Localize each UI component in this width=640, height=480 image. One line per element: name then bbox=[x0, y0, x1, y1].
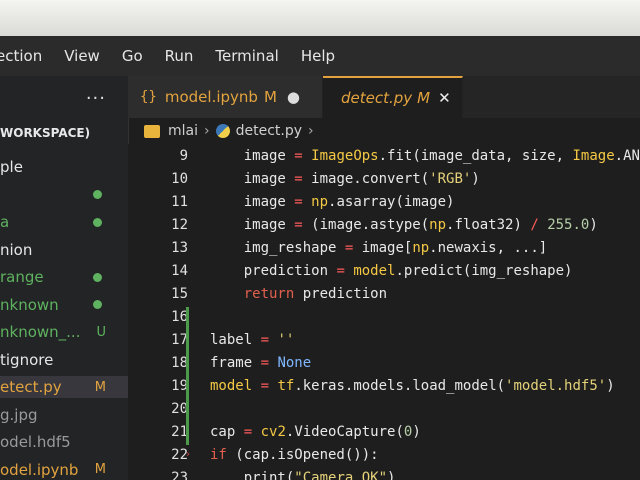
git-status-dot-icon bbox=[93, 217, 102, 227]
monitor-bezel bbox=[0, 0, 640, 36]
file-item[interactable]: odel.ipynb M bbox=[0, 459, 128, 480]
git-change-bar bbox=[186, 422, 189, 445]
file-name: odel.ipynb bbox=[0, 460, 79, 479]
git-change-bar bbox=[186, 330, 189, 353]
unsaved-dot-icon[interactable]: ● bbox=[287, 88, 300, 106]
file-name: nknown_... bbox=[0, 323, 81, 341]
git-status-dot-icon bbox=[93, 300, 102, 309]
breadcrumb: mlai › detect.py › bbox=[128, 118, 640, 144]
line-number: 12 bbox=[171, 217, 188, 233]
git-change-bar bbox=[186, 307, 189, 330]
tab-modified-marker: M bbox=[417, 89, 431, 107]
git-status-dot-icon bbox=[93, 272, 102, 282]
line-number: 14 bbox=[171, 263, 188, 279]
explorer-sidebar: ··· WORKSPACE) ple a nion range nknown nknown… bbox=[0, 76, 129, 480]
line-number: 13 bbox=[171, 240, 188, 256]
breadcrumb-folder[interactable]: mlai bbox=[168, 123, 198, 139]
chevron-right-icon: › bbox=[308, 123, 314, 139]
file-item[interactable]: ple bbox=[0, 156, 128, 178]
code-line[interactable]: prediction = model.predict(img_reshape) bbox=[210, 263, 573, 279]
code-line[interactable]: img_reshape = image[np.newaxis, ...] bbox=[210, 240, 547, 256]
file-item[interactable]: nknown_... U bbox=[0, 321, 128, 343]
git-change-bar bbox=[186, 353, 189, 376]
file-item[interactable]: g.jpg bbox=[0, 404, 128, 426]
file-name: odel.hdf5 bbox=[0, 433, 71, 451]
file-name: g.jpg bbox=[0, 405, 38, 424]
file-name: tignore bbox=[0, 350, 54, 369]
git-status-dot-icon bbox=[93, 190, 102, 199]
git-status-marker: M bbox=[94, 379, 106, 395]
more-actions-icon[interactable]: ··· bbox=[86, 88, 106, 109]
fold-chevron-icon[interactable]: › bbox=[186, 449, 190, 460]
line-number: 11 bbox=[171, 194, 188, 210]
line-number: 9 bbox=[179, 148, 188, 164]
file-item[interactable]: odel.hdf5 bbox=[0, 431, 128, 453]
workspace-label[interactable]: WORKSPACE) bbox=[0, 126, 90, 140]
code-line[interactable]: model = tf.keras.models.load_model('mode… bbox=[210, 378, 615, 394]
code-line[interactable]: image = np.asarray(image) bbox=[210, 194, 455, 210]
menu-go[interactable]: Go bbox=[122, 47, 143, 65]
python-icon bbox=[215, 124, 230, 138]
menu-help[interactable]: Help bbox=[301, 47, 335, 65]
file-name: a bbox=[0, 213, 10, 231]
editor-tabs: {} model.ipynb M ● detect.py M ✕ bbox=[128, 76, 640, 118]
file-item[interactable]: nion bbox=[0, 239, 128, 261]
git-status-marker: U bbox=[96, 324, 106, 340]
menu-selection[interactable]: ection bbox=[0, 47, 42, 65]
menu-run[interactable]: Run bbox=[165, 47, 194, 65]
tab-modified-marker: M bbox=[263, 88, 277, 106]
line-number: 17 bbox=[171, 332, 188, 348]
folder-icon bbox=[144, 124, 160, 138]
file-item[interactable]: range bbox=[0, 266, 128, 288]
code-line[interactable]: image = (image.astype(np.float32) / 255.… bbox=[210, 217, 598, 233]
tab-detect-py[interactable]: detect.py M ✕ bbox=[323, 76, 463, 118]
file-name: range bbox=[0, 268, 44, 286]
explorer-header: ··· bbox=[0, 76, 128, 120]
chevron-right-icon: › bbox=[204, 123, 210, 139]
code-line[interactable]: cap = cv2.VideoCapture(0) bbox=[210, 424, 421, 440]
git-change-bar bbox=[186, 376, 189, 399]
file-item[interactable] bbox=[0, 184, 128, 206]
code-line[interactable]: image = ImageOps.fit(image_data, size, I… bbox=[210, 148, 640, 164]
breadcrumb-file[interactable]: detect.py bbox=[236, 123, 302, 139]
line-number: 15 bbox=[171, 286, 188, 302]
tab-model-ipynb[interactable]: {} model.ipynb M ● bbox=[128, 76, 323, 118]
line-number: 16 bbox=[171, 309, 188, 325]
code-line[interactable]: label = '' bbox=[210, 332, 294, 348]
code-line[interactable]: return prediction bbox=[210, 286, 387, 302]
line-number: 19 bbox=[171, 378, 188, 394]
line-number: 22 bbox=[171, 447, 188, 463]
file-name: ple bbox=[0, 158, 23, 176]
file-item[interactable]: nknown bbox=[0, 294, 128, 316]
tab-label: model.ipynb bbox=[164, 88, 258, 106]
file-item[interactable]: a bbox=[0, 211, 128, 233]
code-line[interactable]: image = image.convert('RGB') bbox=[210, 171, 480, 187]
menu-view[interactable]: View bbox=[64, 47, 100, 65]
git-change-bar bbox=[186, 399, 189, 422]
line-number: 18 bbox=[171, 355, 188, 371]
code-line[interactable]: frame = None bbox=[210, 355, 311, 371]
code-line[interactable]: if (cap.isOpened()): bbox=[210, 447, 379, 463]
file-item[interactable]: tignore bbox=[0, 349, 128, 371]
git-status-marker: M bbox=[94, 462, 106, 477]
line-number: 10 bbox=[171, 171, 188, 187]
file-name: nknown bbox=[0, 295, 59, 314]
notebook-icon: {} bbox=[140, 89, 157, 105]
close-icon[interactable]: ✕ bbox=[438, 89, 451, 107]
file-name: etect.py bbox=[0, 378, 62, 396]
line-number: 20 bbox=[171, 401, 188, 417]
line-number: 21 bbox=[171, 424, 188, 440]
code-editor[interactable]: 9 image = ImageOps.fit(image_data, size,… bbox=[128, 144, 640, 480]
code-line[interactable]: print("Camera OK") bbox=[210, 470, 396, 480]
menu-terminal[interactable]: Terminal bbox=[215, 47, 278, 65]
file-name: nion bbox=[0, 240, 33, 259]
line-number: 23 bbox=[171, 470, 188, 480]
tab-label: detect.py bbox=[341, 89, 413, 107]
menu-bar: ection View Go Run Terminal Help bbox=[0, 36, 640, 76]
file-item[interactable]: etect.py M bbox=[0, 376, 128, 398]
